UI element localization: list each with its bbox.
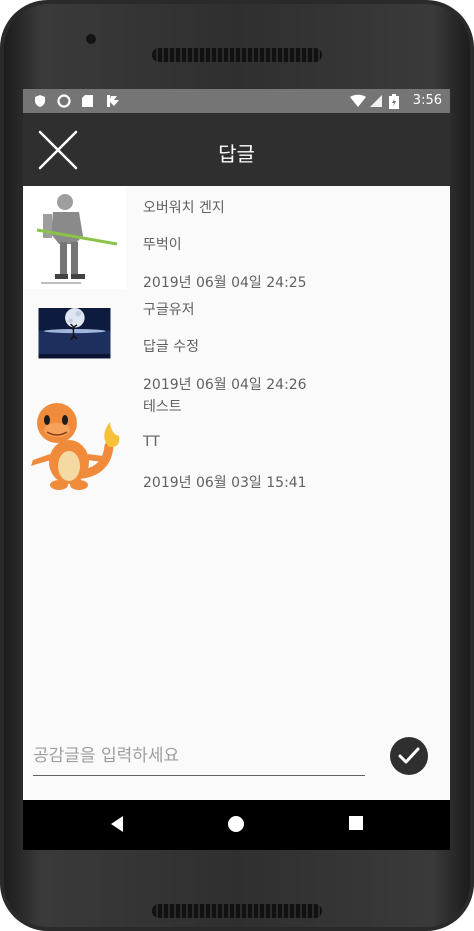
front-camera — [86, 34, 96, 44]
system-nav-bar — [23, 800, 450, 850]
cell-signal-icon — [370, 95, 382, 107]
reply-author: 구글유저 — [143, 302, 195, 318]
moon-avatar — [38, 308, 111, 359]
genji-avatar — [23, 186, 126, 289]
reply-input-container — [33, 741, 365, 776]
recents-icon[interactable] — [348, 815, 364, 831]
status-time: 3:56 — [412, 93, 442, 108]
phone-frame: 3:56 답글 오버워치 겐지 뚜벅이 2019년 06월 04일 24:25 … — [0, 0, 474, 931]
page-title: 답글 — [218, 142, 255, 166]
sd-card-icon — [82, 95, 93, 107]
list-item[interactable]: 구글유저 답글 수정 2019년 06월 04일 24:26 — [23, 292, 450, 394]
bottom-speaker — [152, 904, 322, 918]
reply-body: 뚜벅이 — [143, 237, 182, 253]
charmander-avatar — [23, 394, 126, 497]
reply-list: 오버워치 겐지 뚜벅이 2019년 06월 04일 24:25 구글유저 답글 … — [23, 186, 450, 500]
reply-body: TT — [143, 434, 160, 450]
check-icon — [398, 747, 420, 764]
reply-input[interactable] — [33, 741, 365, 771]
list-item[interactable]: 테스트 TT 2019년 06월 03일 15:41 — [23, 394, 450, 500]
reply-body: 답글 수정 — [143, 339, 199, 355]
shield-icon — [35, 95, 45, 107]
arrow-status-icon — [107, 95, 119, 107]
circle-icon — [57, 94, 71, 108]
status-bar: 3:56 — [23, 89, 450, 113]
reply-date: 2019년 06월 04일 24:25 — [143, 275, 307, 291]
app-bar: 답글 — [23, 113, 450, 186]
list-item[interactable]: 오버워치 겐지 뚜벅이 2019년 06월 04일 24:25 — [23, 186, 450, 292]
reply-date: 2019년 06월 04일 24:26 — [143, 377, 307, 393]
reply-author: 테스트 — [143, 399, 182, 415]
back-icon[interactable] — [109, 815, 125, 833]
reply-date: 2019년 06월 03일 15:41 — [143, 475, 307, 491]
reply-author: 오버워치 겐지 — [143, 200, 225, 216]
top-speaker — [152, 48, 322, 62]
app-screen: 3:56 답글 오버워치 겐지 뚜벅이 2019년 06월 04일 24:25 … — [23, 89, 450, 850]
submit-reply-button[interactable] — [390, 737, 428, 775]
home-icon[interactable] — [227, 815, 245, 833]
wifi-icon — [350, 94, 366, 107]
battery-charging-icon — [389, 94, 399, 109]
